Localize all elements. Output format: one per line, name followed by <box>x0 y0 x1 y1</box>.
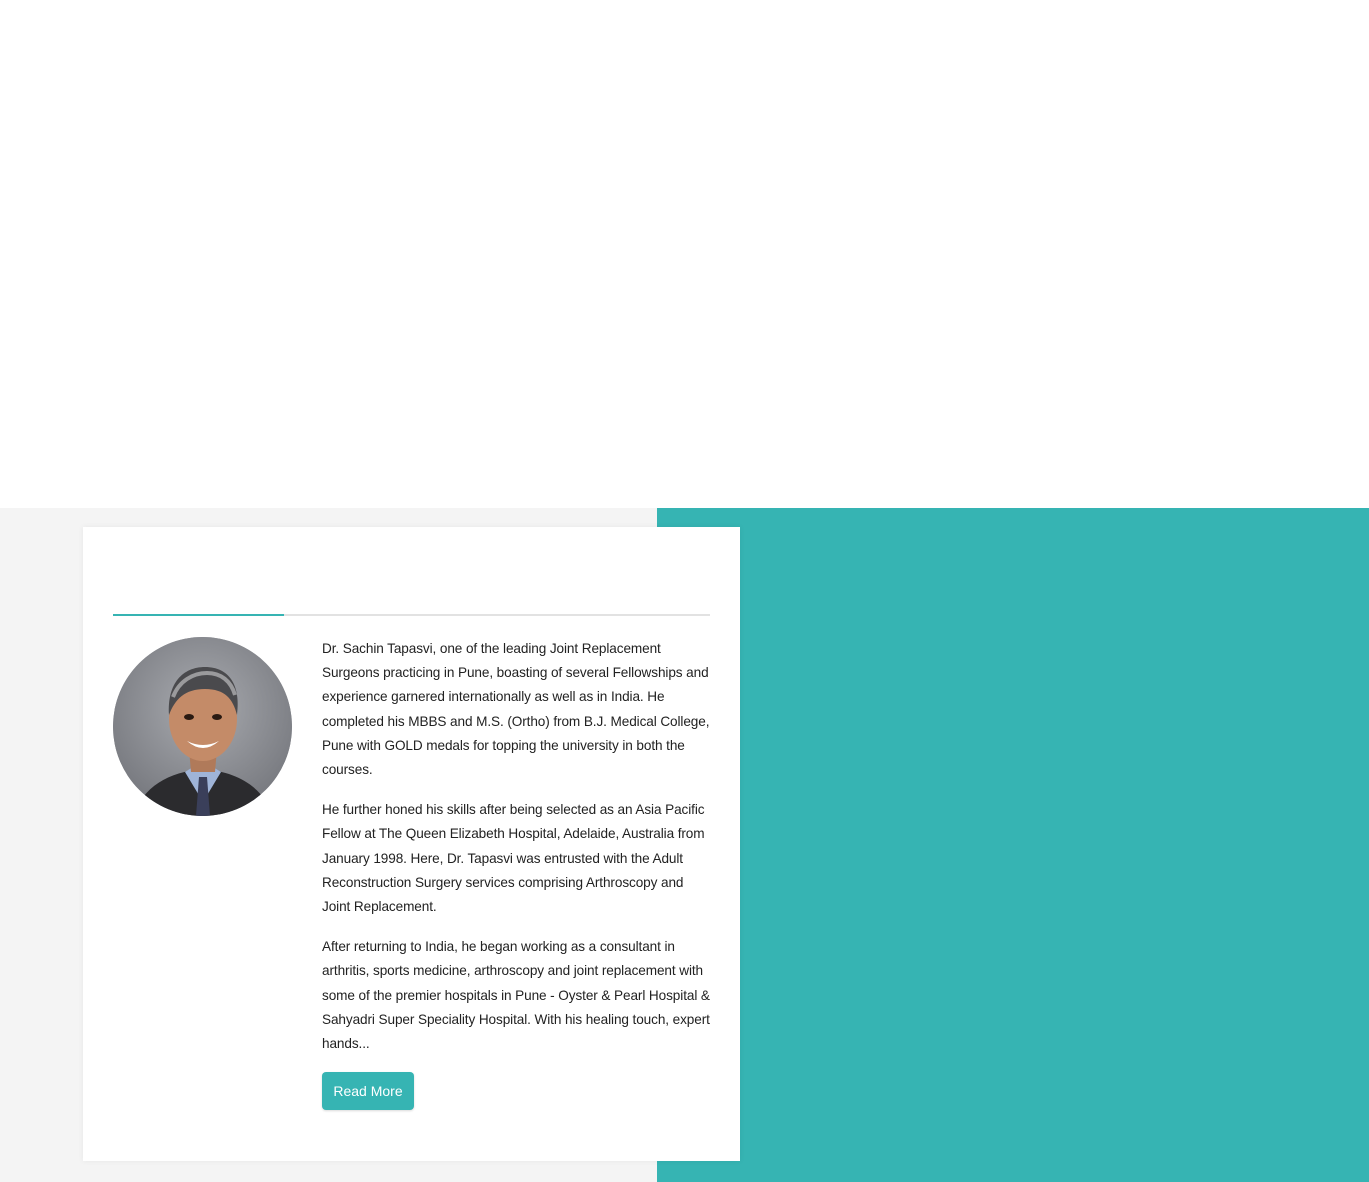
bio-paragraph: Dr. Sachin Tapasvi, one of the leading J… <box>322 641 710 778</box>
heading-divider <box>113 614 710 616</box>
bio-paragraph: After returning to India, he began worki… <box>322 939 710 1052</box>
doctor-card: Dr. Sachin Tapasvi, one of the leading J… <box>83 527 740 1161</box>
page: Dr. Sachin Tapasvi, one of the leading J… <box>0 0 1369 1182</box>
teal-background-panel <box>657 508 1369 1182</box>
doctor-photo <box>113 637 292 816</box>
about-doctor-section: Dr. Sachin Tapasvi, one of the leading J… <box>0 508 1369 1182</box>
bio-paragraph: He further honed his skills after being … <box>322 802 705 915</box>
top-blank-area <box>0 0 1369 508</box>
doctor-portrait-icon <box>113 637 292 816</box>
read-more-button[interactable]: Read More <box>322 1072 414 1110</box>
doctor-bio: Dr. Sachin Tapasvi, one of the leading J… <box>322 637 714 1072</box>
heading-divider-accent <box>113 614 284 616</box>
